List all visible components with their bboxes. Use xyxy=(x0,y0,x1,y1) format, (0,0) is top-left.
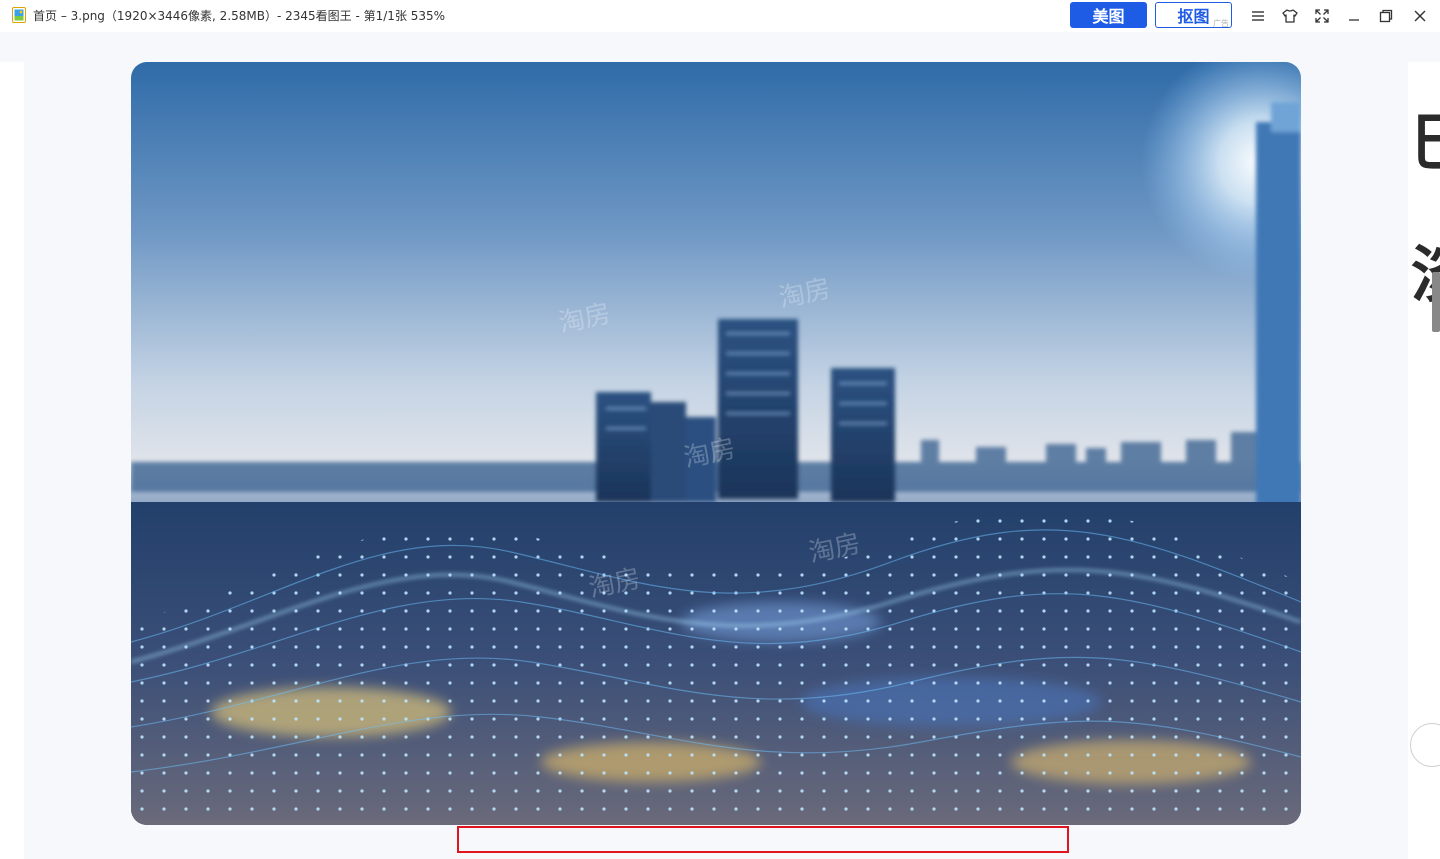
adjacent-page-bar xyxy=(1432,272,1440,332)
skin-icon[interactable] xyxy=(1278,4,1302,28)
app-logo-icon xyxy=(12,7,26,23)
adjacent-page-glyph-1: 巳 xyxy=(1411,108,1440,178)
meitu-button[interactable]: 美图 xyxy=(1070,2,1147,28)
city-skyline-illustration: 淘房 淘房 淘房 淘房 淘房 xyxy=(131,62,1301,825)
fullscreen-icon[interactable] xyxy=(1310,4,1334,28)
image-viewer-window: 首页 – 3.png（1920×3446像素, 2.58MB）- 2345看图王… xyxy=(0,0,1440,859)
restore-icon[interactable] xyxy=(1374,4,1398,28)
window-title: 首页 – 3.png（1920×3446像素, 2.58MB）- 2345看图王… xyxy=(33,9,446,23)
menu-icon[interactable] xyxy=(1246,4,1270,28)
displayed-photo[interactable]: 淘房 淘房 淘房 淘房 淘房 xyxy=(131,62,1301,825)
minimize-icon[interactable] xyxy=(1342,4,1366,28)
title-bar: 首页 – 3.png（1920×3446像素, 2.58MB）- 2345看图王… xyxy=(0,0,1440,32)
page-edge-left xyxy=(0,62,24,859)
image-canvas[interactable]: 淘房 淘房 淘房 淘房 淘房 xyxy=(0,32,1440,859)
highlight-box xyxy=(457,826,1069,853)
ad-tag: 广告 xyxy=(1213,19,1229,28)
close-icon[interactable] xyxy=(1408,4,1432,28)
